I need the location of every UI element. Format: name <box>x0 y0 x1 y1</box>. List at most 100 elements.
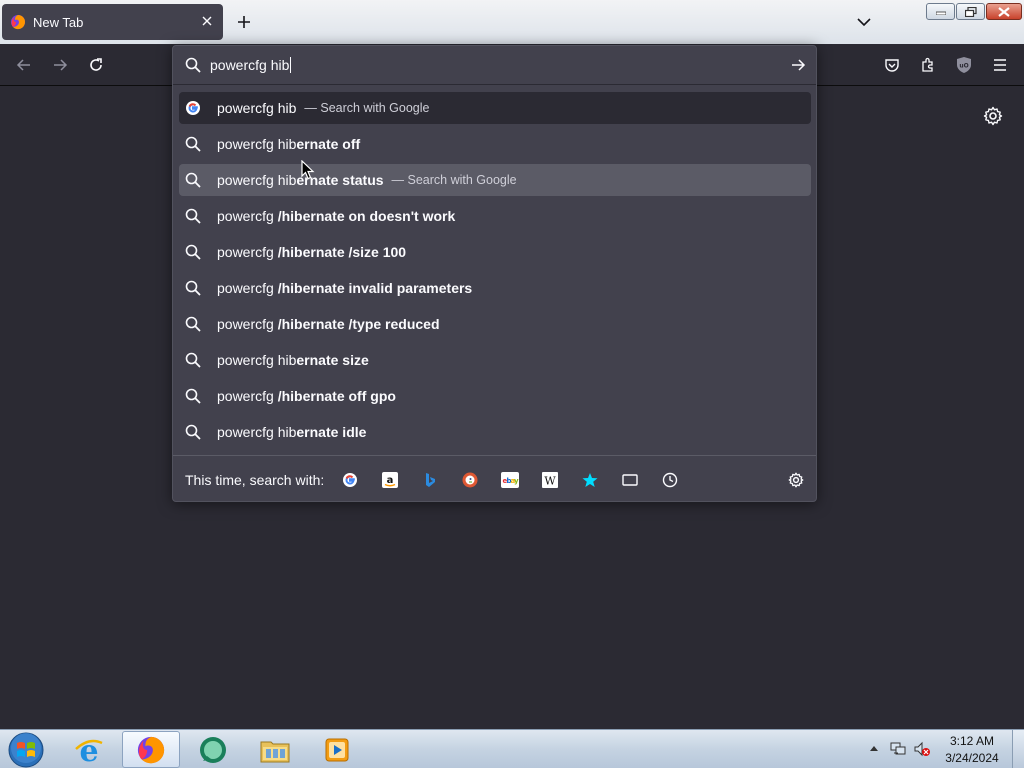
restore-button[interactable] <box>956 3 985 20</box>
result-completion-text: /hibernate on doesn't work <box>277 208 456 224</box>
search-icon <box>185 172 201 188</box>
wikipedia-icon[interactable]: W <box>541 471 559 489</box>
search-settings-button[interactable] <box>787 471 805 489</box>
search-icon <box>185 136 201 152</box>
google-icon[interactable] <box>341 471 359 489</box>
tabs-icon[interactable] <box>621 471 639 489</box>
window-close-button[interactable] <box>986 3 1022 20</box>
urlbar-result-row[interactable]: powercfg hib — Search with Google <box>179 92 811 124</box>
duckduckgo-icon[interactable] <box>461 471 479 489</box>
search-icon <box>185 57 201 73</box>
result-completion-text: ernate off <box>296 136 361 152</box>
firefox-icon <box>11 15 26 30</box>
internet-explorer-icon: e <box>75 735 103 765</box>
result-typed-text: powercfg hib <box>217 172 297 188</box>
tab-new-tab[interactable]: New Tab <box>2 4 223 40</box>
search-icon <box>185 388 201 404</box>
pocket-icon <box>885 59 899 72</box>
result-action-text: — Search with Google <box>391 173 517 187</box>
urlbar-result-row[interactable]: powercfg hib ernate status — Search with G… <box>179 164 811 196</box>
history-clock-icon[interactable] <box>661 471 679 489</box>
close-icon <box>998 6 1010 17</box>
svg-text:uO: uO <box>959 63 968 70</box>
volume-muted-icon[interactable] <box>913 740 931 758</box>
google-icon <box>185 100 201 116</box>
result-typed-text: powercfg hib <box>217 424 297 440</box>
clock-date[interactable]: 3/24/2024 <box>940 751 1004 765</box>
ublock-shield-icon: uO <box>957 57 971 73</box>
svg-text:a: a <box>387 475 394 486</box>
arrow-right-icon[interactable] <box>790 57 806 73</box>
result-completion-text: ernate idle <box>296 424 367 440</box>
arrow-left-icon <box>16 59 30 71</box>
amazon-icon[interactable]: a <box>381 471 399 489</box>
result-typed-text: powercfg <box>217 388 278 404</box>
plus-icon <box>238 16 250 28</box>
urlbar-result-row[interactable]: powercfg /hibernate invalid parameters <box>179 272 811 304</box>
ebay-icon[interactable]: ebay <box>501 471 519 489</box>
taskbar-media-player[interactable] <box>308 731 366 768</box>
taskbar-firefox[interactable] <box>122 731 180 768</box>
extensions-button[interactable] <box>916 53 940 77</box>
ublock-button[interactable]: uO <box>952 53 976 77</box>
network-icon[interactable] <box>889 740 907 758</box>
urlbar-popup: powercfg hib powercfg hib — Search with G… <box>172 45 817 502</box>
search-icon <box>185 352 201 368</box>
minimize-button[interactable] <box>926 3 955 20</box>
windows-taskbar: e 3:12 AM 3/24/2024 <box>0 729 1024 768</box>
result-action-text: — Search with Google <box>304 101 430 115</box>
urlbar-result-row[interactable]: powercfg hib ernate idle <box>179 416 811 448</box>
result-typed-text: powercfg <box>217 316 278 332</box>
list-all-tabs-button[interactable] <box>852 12 876 32</box>
media-player-icon <box>325 738 349 761</box>
urlbar-result-row[interactable]: powercfg hib ernate size <box>179 344 811 376</box>
new-tab-button[interactable] <box>232 10 256 34</box>
back-button[interactable] <box>12 53 36 77</box>
app-menu-button[interactable] <box>988 53 1012 77</box>
urlbar-result-row[interactable]: powercfg /hibernate off gpo <box>179 380 811 412</box>
urlbar-input-text: powercfg hib <box>210 57 290 73</box>
chevron-down-icon <box>857 18 871 27</box>
bookmarks-star-icon[interactable] <box>581 471 599 489</box>
forward-button[interactable] <box>48 53 72 77</box>
show-desktop-button[interactable] <box>1012 730 1024 768</box>
taskbar-file-explorer[interactable] <box>246 731 304 768</box>
urlbar-result-row[interactable]: powercfg /hibernate on doesn't work <box>179 200 811 232</box>
svg-text:y: y <box>514 477 519 485</box>
result-typed-text: powercfg <box>217 208 278 224</box>
folder-icon <box>260 741 290 762</box>
arrow-right-icon <box>54 59 68 71</box>
urlbar-result-row[interactable]: powercfg hib ernate off <box>179 128 811 160</box>
result-completion-text: /hibernate /type reduced <box>277 316 440 332</box>
urlbar-result-row[interactable]: powercfg /hibernate /type reduced <box>179 308 811 340</box>
close-icon[interactable] <box>199 13 215 31</box>
urlbar-input[interactable]: powercfg hib <box>210 57 292 73</box>
windows-logo-icon <box>8 732 44 768</box>
start-button[interactable] <box>6 731 46 768</box>
bing-icon[interactable] <box>421 471 439 489</box>
chat-bubble-icon <box>200 736 226 763</box>
text-caret <box>290 57 292 73</box>
hamburger-menu-icon <box>994 59 1006 71</box>
clock-time[interactable]: 3:12 AM <box>940 734 1004 748</box>
show-hidden-icons-arrow-icon[interactable] <box>869 744 879 752</box>
gear-icon <box>983 106 1003 126</box>
tab-title: New Tab <box>33 14 84 30</box>
svg-text:W: W <box>544 475 556 488</box>
new-tab-settings-button[interactable] <box>983 106 1003 131</box>
svg-text:e: e <box>79 735 98 765</box>
result-typed-text: powercfg <box>217 280 278 296</box>
urlbar-result-row[interactable]: powercfg /hibernate /size 100 <box>179 236 811 268</box>
result-completion-text: /hibernate off gpo <box>277 388 396 404</box>
reload-button[interactable] <box>84 53 108 77</box>
taskbar-internet-explorer[interactable]: e <box>60 731 118 768</box>
reload-icon <box>90 58 102 71</box>
mouse-pointer-icon <box>301 160 315 180</box>
result-typed-text: powercfg hib <box>217 352 297 368</box>
result-typed-text: powercfg hib <box>217 136 297 152</box>
pocket-button[interactable] <box>880 53 904 77</box>
taskbar-chat-app[interactable] <box>184 731 242 768</box>
urlbar-input-row[interactable]: powercfg hib <box>173 46 816 85</box>
result-typed-text: powercfg hib <box>217 100 297 116</box>
one-off-label: This time, search with: <box>185 472 325 488</box>
